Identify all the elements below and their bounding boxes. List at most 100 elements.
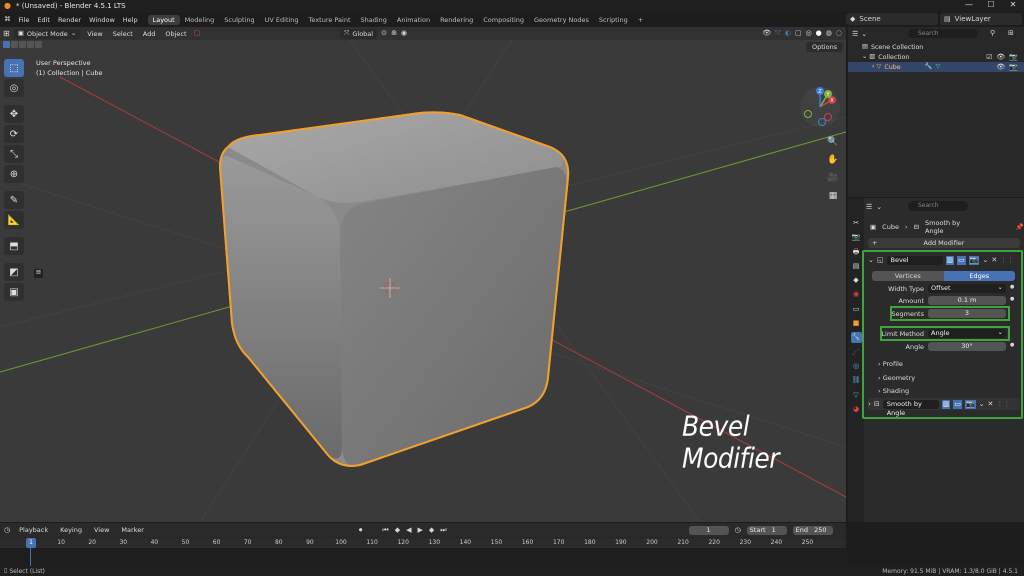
- menu-add[interactable]: Add: [140, 30, 159, 38]
- view-layer-tab-icon[interactable]: ▤: [851, 261, 862, 272]
- tab-geometry-nodes[interactable]: Geometry Nodes: [529, 15, 594, 25]
- dropdown-icon[interactable]: ⌄: [979, 400, 985, 408]
- dropdown-icon[interactable]: ⌄: [982, 256, 988, 264]
- data-tab-icon[interactable]: ▽: [851, 390, 862, 401]
- viewport-toggle-icon[interactable]: ▭: [957, 255, 966, 265]
- outliner-row-scene-collection[interactable]: ▤ Scene Collection: [848, 42, 1024, 52]
- play-icon[interactable]: ▶: [417, 526, 422, 534]
- output-tab-icon[interactable]: 🖶: [851, 247, 862, 258]
- bevel-name-field[interactable]: Bevel: [886, 255, 943, 265]
- measure-tool-icon[interactable]: 📐: [4, 211, 24, 229]
- camera-render-icon[interactable]: 📷: [1009, 53, 1018, 61]
- expand-chevron-icon[interactable]: ⌄: [862, 53, 867, 60]
- width-type-dropdown[interactable]: Offset ⌄: [928, 284, 1006, 293]
- add-modifier-button[interactable]: + Add Modifier: [868, 238, 1020, 248]
- tab-animation[interactable]: Animation: [392, 15, 435, 25]
- tab-scripting[interactable]: Scripting: [594, 15, 633, 25]
- transform-tool-icon[interactable]: ⊕: [4, 165, 24, 183]
- move-tool-icon[interactable]: ✥: [4, 105, 24, 123]
- xray-icon[interactable]: ▢: [795, 30, 802, 37]
- outliner-row-cube[interactable]: › ▽ Cube 🔧 ▽ 👁 📷: [848, 62, 1024, 72]
- pivot-icon[interactable]: ⊙: [381, 30, 387, 37]
- remove-modifier-icon[interactable]: ✕: [988, 400, 994, 408]
- select-subtract-icon[interactable]: [19, 41, 26, 48]
- select-intersect-icon[interactable]: [35, 41, 42, 48]
- profile-subpanel[interactable]: › Profile: [878, 360, 903, 368]
- expand-chevron-icon[interactable]: ›: [872, 63, 875, 70]
- collapse-chevron-icon[interactable]: ›: [868, 400, 871, 408]
- tab-layout[interactable]: Layout: [147, 14, 180, 25]
- pan-hand-icon[interactable]: ✋: [826, 153, 840, 167]
- ortho-grid-icon[interactable]: ▦: [826, 189, 840, 203]
- selection-mode-buttons[interactable]: [3, 41, 63, 50]
- select-invert-icon[interactable]: [27, 41, 34, 48]
- render-tab-icon[interactable]: 📷: [851, 232, 862, 243]
- navigation-gizmo[interactable]: X Y Z: [798, 85, 842, 129]
- scene-selector[interactable]: ◆ Scene: [846, 13, 938, 25]
- tab-texture-paint[interactable]: Texture Paint: [304, 15, 356, 25]
- extra-tool-2-icon[interactable]: ▣: [4, 283, 24, 301]
- shading-rendered-icon[interactable]: ◌: [836, 30, 842, 37]
- smooth-modifier-header[interactable]: › ⊟ Smooth by Angle ▥ ▭ 📷 ⌄ ✕ ⋮⋮: [868, 398, 1020, 417]
- properties-editor-icon[interactable]: ☰: [866, 203, 872, 211]
- keyframe-dot-icon[interactable]: ●: [1010, 343, 1014, 348]
- tab-sculpting[interactable]: Sculpting: [219, 15, 259, 25]
- extra-tool-1-icon[interactable]: ◩: [4, 263, 24, 281]
- menu-file[interactable]: File: [15, 16, 34, 24]
- keying-menu[interactable]: Keying: [57, 526, 85, 534]
- menu-render[interactable]: Render: [54, 16, 85, 24]
- remove-modifier-icon[interactable]: ✕: [991, 256, 997, 264]
- visibility-icon[interactable]: 👁: [762, 30, 771, 37]
- properties-search-input[interactable]: Search: [908, 201, 968, 211]
- select-extend-icon[interactable]: [11, 41, 18, 48]
- pin-icon[interactable]: 📌: [1016, 224, 1024, 231]
- proportional-edit-icon[interactable]: ◉: [401, 30, 407, 37]
- outliner-editor-icon[interactable]: ☰: [852, 30, 858, 38]
- scale-tool-icon[interactable]: ⤡: [4, 145, 24, 163]
- start-frame-field[interactable]: Start 1: [746, 525, 787, 535]
- prev-key-icon[interactable]: ◆: [395, 526, 400, 534]
- zoom-icon[interactable]: 🔍: [826, 135, 840, 149]
- drag-handle-icon[interactable]: ⋮⋮: [996, 400, 1010, 408]
- mesh-data-icon[interactable]: ▽: [935, 63, 940, 70]
- frame-ruler[interactable]: 10 20 30 40 50 60 70 80 90 100 110 120 130 140 150 160 1…: [0, 538, 846, 548]
- playback-menu[interactable]: Playback: [16, 526, 51, 534]
- cursor-tool-icon[interactable]: ◎: [4, 79, 24, 97]
- clock-icon[interactable]: ◷: [735, 526, 741, 534]
- render-toggle-icon[interactable]: 📷: [968, 255, 980, 265]
- modifier-wrench-icon[interactable]: 🔧: [925, 63, 933, 70]
- camera-render-icon[interactable]: 📷: [1009, 63, 1018, 71]
- bevel-modifier-header[interactable]: ⌄ ◱ Bevel ▥ ▭ 📷 ⌄ ✕ ⋮⋮: [868, 254, 1020, 266]
- add-workspace-button[interactable]: +: [633, 15, 648, 25]
- keyframe-dot-icon[interactable]: ●: [1010, 297, 1014, 302]
- new-collection-icon[interactable]: ⊞: [1008, 30, 1014, 37]
- jump-start-icon[interactable]: ⏮: [382, 526, 388, 534]
- smooth-name-field[interactable]: Smooth by Angle: [882, 399, 939, 417]
- menu-object[interactable]: Object: [162, 30, 189, 38]
- object-color-icon[interactable]: ▢: [194, 30, 201, 37]
- timeline-editor-icon[interactable]: ◷: [4, 526, 10, 534]
- edit-mode-toggle-icon[interactable]: ▥: [941, 399, 951, 409]
- angle-field[interactable]: 30°: [928, 342, 1006, 351]
- menu-view[interactable]: View: [84, 30, 105, 38]
- collapse-chevron-icon[interactable]: ⌄: [868, 256, 874, 264]
- chevron-down-icon[interactable]: ⌄: [876, 203, 882, 211]
- maximize-button[interactable]: ☐: [980, 0, 1002, 9]
- record-icon[interactable]: ⏺: [359, 526, 363, 534]
- menu-help[interactable]: Help: [119, 16, 142, 24]
- menu-edit[interactable]: Edit: [33, 16, 54, 24]
- object-tab-icon[interactable]: ■: [851, 318, 862, 329]
- add-cube-tool-icon[interactable]: ⬒: [4, 237, 24, 255]
- menu-window[interactable]: Window: [85, 16, 119, 24]
- options-dropdown[interactable]: Options: [806, 42, 844, 52]
- particles-tab-icon[interactable]: ⋰: [851, 347, 862, 358]
- cube-object[interactable]: [218, 111, 570, 467]
- blender-menu-icon[interactable]: ⌘: [0, 16, 15, 23]
- segments-field[interactable]: 3: [928, 309, 1006, 318]
- close-button[interactable]: ✕: [1002, 0, 1024, 9]
- end-frame-field[interactable]: End 250: [792, 525, 833, 535]
- 3d-viewport[interactable]: ⊞ ▣ Object Mode ⌄ View Select Add Object ▢…: [0, 27, 846, 522]
- shading-material-icon[interactable]: ◍: [826, 30, 832, 37]
- render-toggle-icon[interactable]: 📷: [964, 399, 976, 409]
- camera-view-icon[interactable]: 🎥: [826, 171, 840, 185]
